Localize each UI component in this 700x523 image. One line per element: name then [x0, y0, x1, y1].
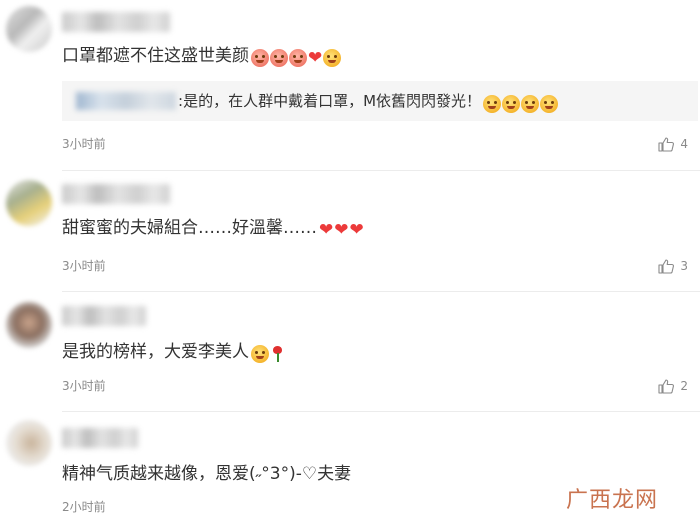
- reply-text: :是的，在人群中戴着口罩，M依舊閃閃發光！: [178, 89, 559, 115]
- watermark-logo: 广西龙网: [566, 488, 659, 513]
- laughing-emoji-icon: [521, 94, 540, 113]
- comment-body: 口罩都遮不住这盛世美颜: [62, 46, 249, 66]
- emoji-group: [483, 91, 559, 115]
- username[interactable]: [62, 306, 146, 326]
- reply-body: 是的，在人群中戴着口罩，M依舊閃閃發光！: [183, 92, 482, 110]
- heart-eyes-emoji-icon: [289, 49, 307, 67]
- avatar[interactable]: [6, 180, 52, 226]
- grin-emoji-icon: [483, 94, 502, 113]
- divider: [62, 291, 700, 292]
- heart-icon: ❤: [308, 48, 323, 68]
- comment-body: 甜蜜蜜的夫婦組合……好溫馨……: [62, 218, 317, 238]
- avatar[interactable]: [6, 302, 52, 348]
- emoji-group: [251, 342, 282, 366]
- like-button[interactable]: 3: [658, 258, 688, 274]
- reply-box[interactable]: :是的，在人群中戴着口罩，M依舊閃閃發光！: [62, 81, 698, 121]
- timestamp: 3小时前: [62, 379, 106, 393]
- timestamp: 3小时前: [62, 259, 106, 273]
- like-button[interactable]: 4: [658, 136, 688, 152]
- laughing-emoji-icon: [540, 94, 559, 113]
- heart-icon: ❤: [349, 220, 364, 240]
- thumbs-up-icon: [658, 136, 675, 152]
- comment-text: 口罩都遮不住这盛世美颜 ❤: [62, 44, 342, 70]
- emoji-group: ❤: [251, 46, 342, 70]
- tongue-emoji-icon: [502, 94, 521, 113]
- like-count: 4: [680, 137, 688, 151]
- avatar[interactable]: [6, 420, 52, 466]
- divider: [62, 411, 700, 412]
- divider: [62, 170, 700, 171]
- comment-body: 是我的榜样，大爱李美人: [62, 342, 249, 362]
- comment-text: 甜蜜蜜的夫婦組合……好溫馨…… ❤❤❤: [62, 216, 365, 242]
- timestamp: 2小时前: [62, 500, 106, 514]
- like-count: 2: [680, 379, 688, 393]
- avatar[interactable]: [6, 6, 52, 52]
- thumbs-up-icon: [658, 258, 675, 274]
- drooling-emoji-icon: [323, 49, 342, 67]
- heart-eyes-emoji-icon: [270, 49, 288, 67]
- thumbs-up-icon: [658, 378, 675, 394]
- timestamp: 3小时前: [62, 137, 106, 151]
- comment-body: 精神气质越来越像，恩爱(˶°3°)-♡夫妻: [62, 464, 352, 484]
- reply-username[interactable]: [76, 92, 176, 110]
- like-count: 3: [680, 259, 688, 273]
- username[interactable]: [62, 12, 170, 32]
- username[interactable]: [62, 428, 138, 448]
- emoji-group: ❤❤❤: [319, 218, 365, 242]
- username[interactable]: [62, 184, 170, 204]
- rose-icon: [272, 345, 282, 363]
- heart-icon: ❤: [319, 220, 334, 240]
- heart-eyes-emoji-icon: [251, 49, 269, 67]
- like-button[interactable]: 2: [658, 378, 688, 394]
- comment-text: 是我的榜样，大爱李美人: [62, 340, 282, 366]
- comment-text: 精神气质越来越像，恩爱(˶°3°)-♡夫妻: [62, 462, 351, 486]
- drooling-emoji-icon: [251, 345, 269, 363]
- heart-icon: ❤: [334, 220, 349, 240]
